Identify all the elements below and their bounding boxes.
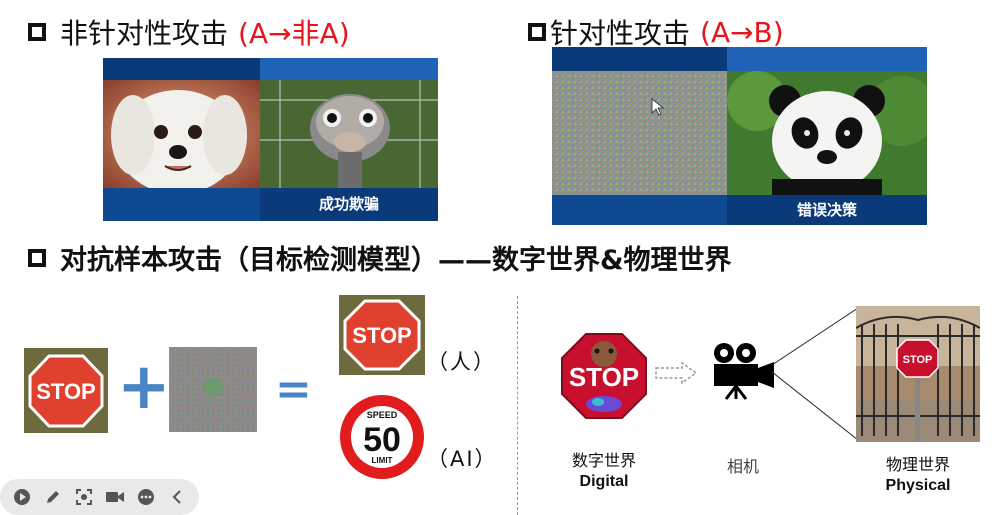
more-icon[interactable]: [135, 486, 156, 508]
movie-camera-icon: [710, 342, 776, 400]
panel-bottom-bar: [552, 195, 727, 225]
panel-bottom-bar: [103, 188, 260, 221]
targeted-caption: 错误决策: [727, 195, 927, 225]
section2-title: 针对性攻击: [550, 17, 691, 50]
pen-icon[interactable]: [43, 486, 64, 508]
svg-text:LIMIT: LIMIT: [372, 456, 393, 465]
physical-world-label-en: Physical: [885, 477, 951, 494]
dashed-arrow-icon: [654, 361, 698, 385]
digital-world-label: 数字世界: [571, 451, 636, 470]
section1-tag: (A→非A): [238, 17, 350, 50]
untargeted-attack-panel: 成功欺骗: [103, 58, 438, 221]
targeted-attack-panel: 错误决策: [552, 47, 937, 225]
svg-text:SPEED: SPEED: [367, 410, 398, 420]
ostrich-image: [260, 80, 438, 188]
section1-heading: 非针对性攻击 (A→非A): [28, 12, 350, 52]
noise-image: [552, 71, 727, 195]
physical-world-label: 物理世界: [885, 455, 950, 474]
plus-sign: +: [117, 350, 171, 424]
bullet-square-icon: [528, 23, 546, 41]
svg-text:STOP: STOP: [903, 354, 933, 366]
stop-sign-image: STOP: [24, 348, 108, 433]
panel-top-bar: [552, 47, 727, 71]
svg-text:STOP: STOP: [36, 379, 96, 404]
human-perception-label: （人）: [427, 350, 496, 374]
presentation-toolbar: [0, 479, 199, 515]
svg-text:50: 50: [363, 421, 401, 459]
untargeted-caption: 成功欺骗: [260, 188, 438, 221]
camera-view-lines: [771, 307, 859, 441]
ai-perception-label: （AI）: [427, 447, 498, 471]
physical-world-photo: STOP: [855, 306, 981, 442]
camera-label: 相机: [726, 457, 759, 476]
collapse-icon[interactable]: [166, 486, 187, 508]
section3-title: 对抗样本攻击（目标检测模型）——数字世界&物理世界: [60, 245, 732, 276]
section-divider: [517, 296, 518, 515]
panel-top-bar-accent: [727, 47, 927, 71]
bullet-square-icon: [28, 248, 46, 267]
adversarial-noise-image: [169, 347, 257, 432]
screenshot-icon[interactable]: [74, 486, 95, 508]
speed-limit-sign-image: SPEED 50 LIMIT: [338, 393, 426, 481]
camera-icon[interactable]: [104, 486, 125, 508]
section1-title: 非针对性攻击: [60, 17, 229, 50]
panda-image: [727, 71, 937, 195]
play-icon[interactable]: [12, 486, 33, 508]
bullet-square-icon: [28, 23, 46, 41]
digital-stop-sign-image: STOP: [560, 332, 648, 420]
svg-text:STOP: STOP: [352, 323, 412, 348]
digital-world-label-en: Digital: [579, 473, 629, 490]
perturbed-stop-image: STOP: [339, 295, 425, 375]
equals-sign: =: [275, 364, 312, 415]
section3-heading: 对抗样本攻击（目标检测模型）——数字世界&物理世界: [28, 238, 732, 277]
section2-tag: (A→B): [700, 15, 784, 49]
panel-top-bar-accent: [260, 58, 438, 80]
dog-image: [103, 80, 260, 194]
section2-heading: 针对性攻击 (A→B): [528, 12, 784, 52]
